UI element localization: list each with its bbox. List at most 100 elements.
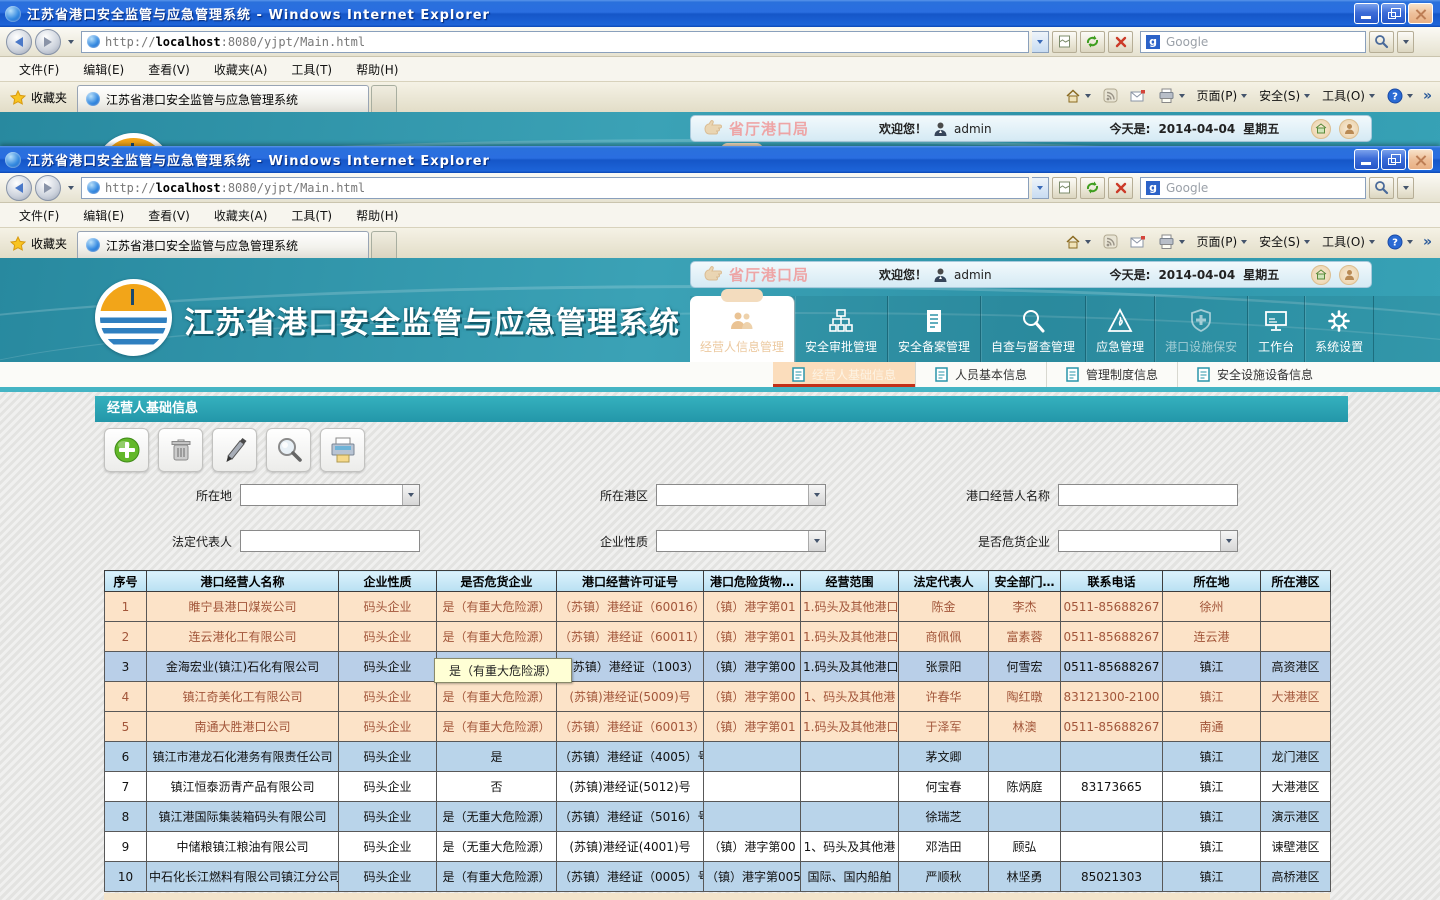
column-header[interactable]: 法定代表人 (899, 571, 989, 592)
forward-button[interactable] (35, 175, 61, 201)
read-mail-button[interactable] (1128, 233, 1148, 250)
minimize-button[interactable] (1354, 3, 1379, 24)
logout-icon[interactable] (1339, 265, 1359, 285)
browser-tab[interactable]: 江苏省港口安全监管与应急管理系统 (77, 85, 369, 112)
dropdown-arrow-icon[interactable] (808, 531, 825, 551)
column-header[interactable]: 港口经营人名称 (147, 571, 339, 592)
operator-name-input[interactable] (1058, 484, 1238, 506)
subnav-operator-basic-info[interactable]: 经营人基础信息 (773, 362, 915, 387)
menu-file[interactable]: 文件(F) (8, 58, 70, 81)
nav-emergency[interactable]: 应急管理 (1086, 296, 1155, 362)
search-options-button[interactable] (1397, 31, 1414, 53)
feeds-button[interactable] (1101, 232, 1120, 251)
enterprise-nature-select[interactable] (656, 530, 826, 552)
address-dropdown-button[interactable] (1032, 31, 1049, 53)
table-row[interactable]: 2连云港化工有限公司码头企业是（有重大危险源）（苏镇）港经证（60011）（镇）… (105, 622, 1331, 652)
home-shortcut-icon[interactable] (1311, 265, 1331, 285)
tools-menu-button[interactable]: 工具(O) (1320, 85, 1377, 106)
page-menu-button[interactable]: 页面(P) (1195, 231, 1250, 252)
table-row[interactable]: 8镇江港国际集装箱码头有限公司码头企业是（无重大危险源）（苏镇）港经证（5016… (105, 802, 1331, 832)
read-mail-button[interactable] (1128, 87, 1148, 104)
table-row[interactable]: 6镇江市港龙石化港务有限责任公司码头企业是（苏镇）港经证（4005）号茅文卿镇江… (105, 742, 1331, 772)
menu-view[interactable]: 查看(V) (137, 204, 201, 227)
restore-button[interactable] (1381, 3, 1406, 24)
nav-safety-approval[interactable]: 安全审批管理 (795, 296, 888, 362)
menu-help[interactable]: 帮助(H) (345, 204, 409, 227)
search-button[interactable] (266, 428, 311, 472)
table-row[interactable]: 4镇江奇美化工有限公司码头企业是（有重大危险源）(苏镇)港经证(5009)号（镇… (105, 682, 1331, 712)
menu-favorites[interactable]: 收藏夹(A) (203, 58, 279, 81)
print-button[interactable] (320, 428, 365, 472)
tools-menu-button[interactable]: 工具(O) (1320, 231, 1377, 252)
refresh-button[interactable] (1080, 177, 1105, 199)
menu-edit[interactable]: 编辑(E) (72, 58, 135, 81)
table-row[interactable]: 5南通大胜港口公司码头企业是（有重大危险源）（苏镇）港经证（60013）（镇）港… (105, 712, 1331, 742)
nav-port-security[interactable]: 港口设施保安 (1155, 296, 1248, 362)
column-header[interactable]: 联系电话 (1061, 571, 1163, 592)
close-button[interactable] (1408, 3, 1433, 24)
logout-icon[interactable] (1339, 119, 1359, 139)
address-input[interactable]: http://localhost:8080/yjpt/Main.html (81, 177, 1029, 199)
safety-menu-button[interactable]: 安全(S) (1257, 85, 1312, 106)
nav-self-inspection[interactable]: 自查与督查管理 (981, 296, 1086, 362)
search-button[interactable] (1369, 177, 1394, 199)
refresh-button[interactable] (1080, 31, 1105, 53)
compatibility-view-button[interactable] (1052, 177, 1077, 199)
forward-button[interactable] (35, 29, 61, 55)
address-dropdown-button[interactable] (1032, 177, 1049, 199)
address-input[interactable]: http://localhost:8080/yjpt/Main.html (81, 31, 1029, 53)
menu-view[interactable]: 查看(V) (137, 58, 201, 81)
nav-system-settings[interactable]: 系统设置 (1305, 296, 1374, 362)
safety-menu-button[interactable]: 安全(S) (1257, 231, 1312, 252)
column-header[interactable]: 港口危险货物… (704, 571, 801, 592)
stop-button[interactable] (1108, 31, 1133, 53)
home-button[interactable] (1063, 86, 1093, 105)
nav-workbench[interactable]: 工作台 (1248, 296, 1305, 362)
subnav-management-system-info[interactable]: 管理制度信息 (1046, 362, 1177, 387)
delete-button[interactable] (158, 428, 203, 472)
port-area-select[interactable] (656, 484, 826, 506)
dropdown-arrow-icon[interactable] (402, 485, 419, 505)
favorites-button[interactable]: 收藏夹 (6, 235, 77, 258)
print-button[interactable] (1156, 86, 1187, 105)
dangerous-goods-select[interactable] (1058, 530, 1238, 552)
compatibility-view-button[interactable] (1052, 31, 1077, 53)
search-input[interactable]: g Google (1140, 177, 1366, 199)
search-options-button[interactable] (1397, 177, 1414, 199)
table-row[interactable]: 7镇江恒泰沥青产品有限公司码头企业否(苏镇)港经证(5012)号何宝春陈炳庭83… (105, 772, 1331, 802)
search-input[interactable]: g Google (1140, 31, 1366, 53)
edit-button[interactable] (212, 428, 257, 472)
column-header[interactable]: 序号 (105, 571, 147, 592)
back-button[interactable] (6, 29, 32, 55)
table-row[interactable]: 9中储粮镇江粮油有限公司码头企业是（无重大危险源）(苏镇)港经证(4001)号（… (105, 832, 1331, 862)
table-row[interactable]: 3金海宏业(镇江)石化有限公司码头企业（苏镇）港经证（1003）（镇）港字第00… (105, 652, 1331, 682)
menu-edit[interactable]: 编辑(E) (72, 204, 135, 227)
home-shortcut-icon[interactable] (1311, 119, 1331, 139)
help-menu-button[interactable]: ? (1385, 86, 1415, 106)
column-header[interactable]: 经营范围 (801, 571, 899, 592)
back-button[interactable] (6, 175, 32, 201)
dropdown-arrow-icon[interactable] (808, 485, 825, 505)
add-button[interactable] (104, 428, 149, 472)
new-tab-button[interactable] (371, 231, 397, 258)
legal-rep-input[interactable] (240, 530, 420, 552)
subnav-safety-equipment-info[interactable]: 安全设施设备信息 (1177, 362, 1332, 387)
new-tab-button[interactable] (371, 85, 397, 112)
menu-file[interactable]: 文件(F) (8, 204, 70, 227)
subnav-personnel-info[interactable]: 人员基本信息 (915, 362, 1046, 387)
column-header[interactable]: 所在地 (1163, 571, 1261, 592)
search-button[interactable] (1369, 31, 1394, 53)
toolbar-overflow-button[interactable]: » (1423, 88, 1432, 104)
nav-operator-info[interactable]: 经营人信息管理 (690, 296, 795, 362)
stop-button[interactable] (1108, 177, 1133, 199)
column-header[interactable]: 企业性质 (339, 571, 437, 592)
column-header[interactable]: 是否危货企业 (437, 571, 557, 592)
menu-tools[interactable]: 工具(T) (280, 204, 343, 227)
table-row[interactable]: 1睢宁县港口煤炭公司码头企业是（有重大危险源）（苏镇）港经证（60016）（镇）… (105, 592, 1331, 622)
home-button[interactable] (1063, 232, 1093, 251)
print-button[interactable] (1156, 232, 1187, 251)
history-dropdown-icon[interactable] (68, 186, 74, 190)
page-menu-button[interactable]: 页面(P) (1195, 85, 1250, 106)
menu-tools[interactable]: 工具(T) (280, 58, 343, 81)
menu-favorites[interactable]: 收藏夹(A) (203, 204, 279, 227)
